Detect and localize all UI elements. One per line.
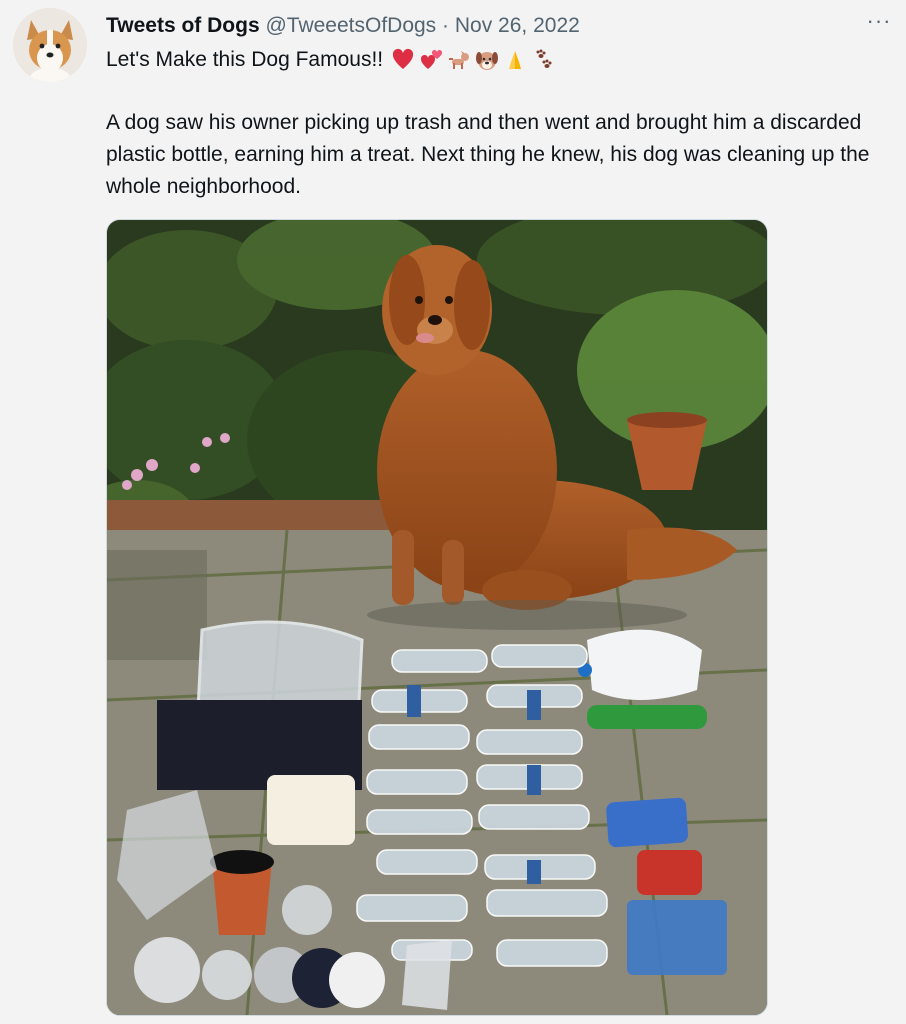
- corgi-avatar-icon: [13, 8, 87, 82]
- tweet-photo[interactable]: [106, 219, 768, 1016]
- dog-icon: [449, 51, 470, 69]
- tweet-date[interactable]: Nov 26, 2022: [455, 14, 580, 37]
- paw-prints-icon: [536, 49, 552, 68]
- tagline-text: Let's Make this Dog Famous!!: [106, 48, 384, 71]
- emoji-row: [391, 48, 555, 72]
- more-options-icon[interactable]: ···: [864, 10, 894, 38]
- tweet-body: A dog saw his owner picking up trash and…: [106, 111, 870, 198]
- tweet-header: Tweets of Dogs @TweeetsOfDogs · Nov 26, …: [106, 12, 886, 40]
- folded-hands-icon: [509, 51, 522, 69]
- author-name[interactable]: Tweets of Dogs: [106, 14, 260, 37]
- two-hearts-icon: [421, 49, 443, 69]
- avatar[interactable]: [13, 8, 87, 82]
- author-handle[interactable]: @TweeetsOfDogs: [265, 14, 436, 37]
- separator-dot: ·: [442, 14, 450, 37]
- dog-face-icon: [476, 52, 499, 70]
- photo-icon: [107, 220, 767, 1015]
- tweet-tagline: Let's Make this Dog Famous!!: [106, 44, 555, 76]
- red-heart-icon: [393, 48, 414, 69]
